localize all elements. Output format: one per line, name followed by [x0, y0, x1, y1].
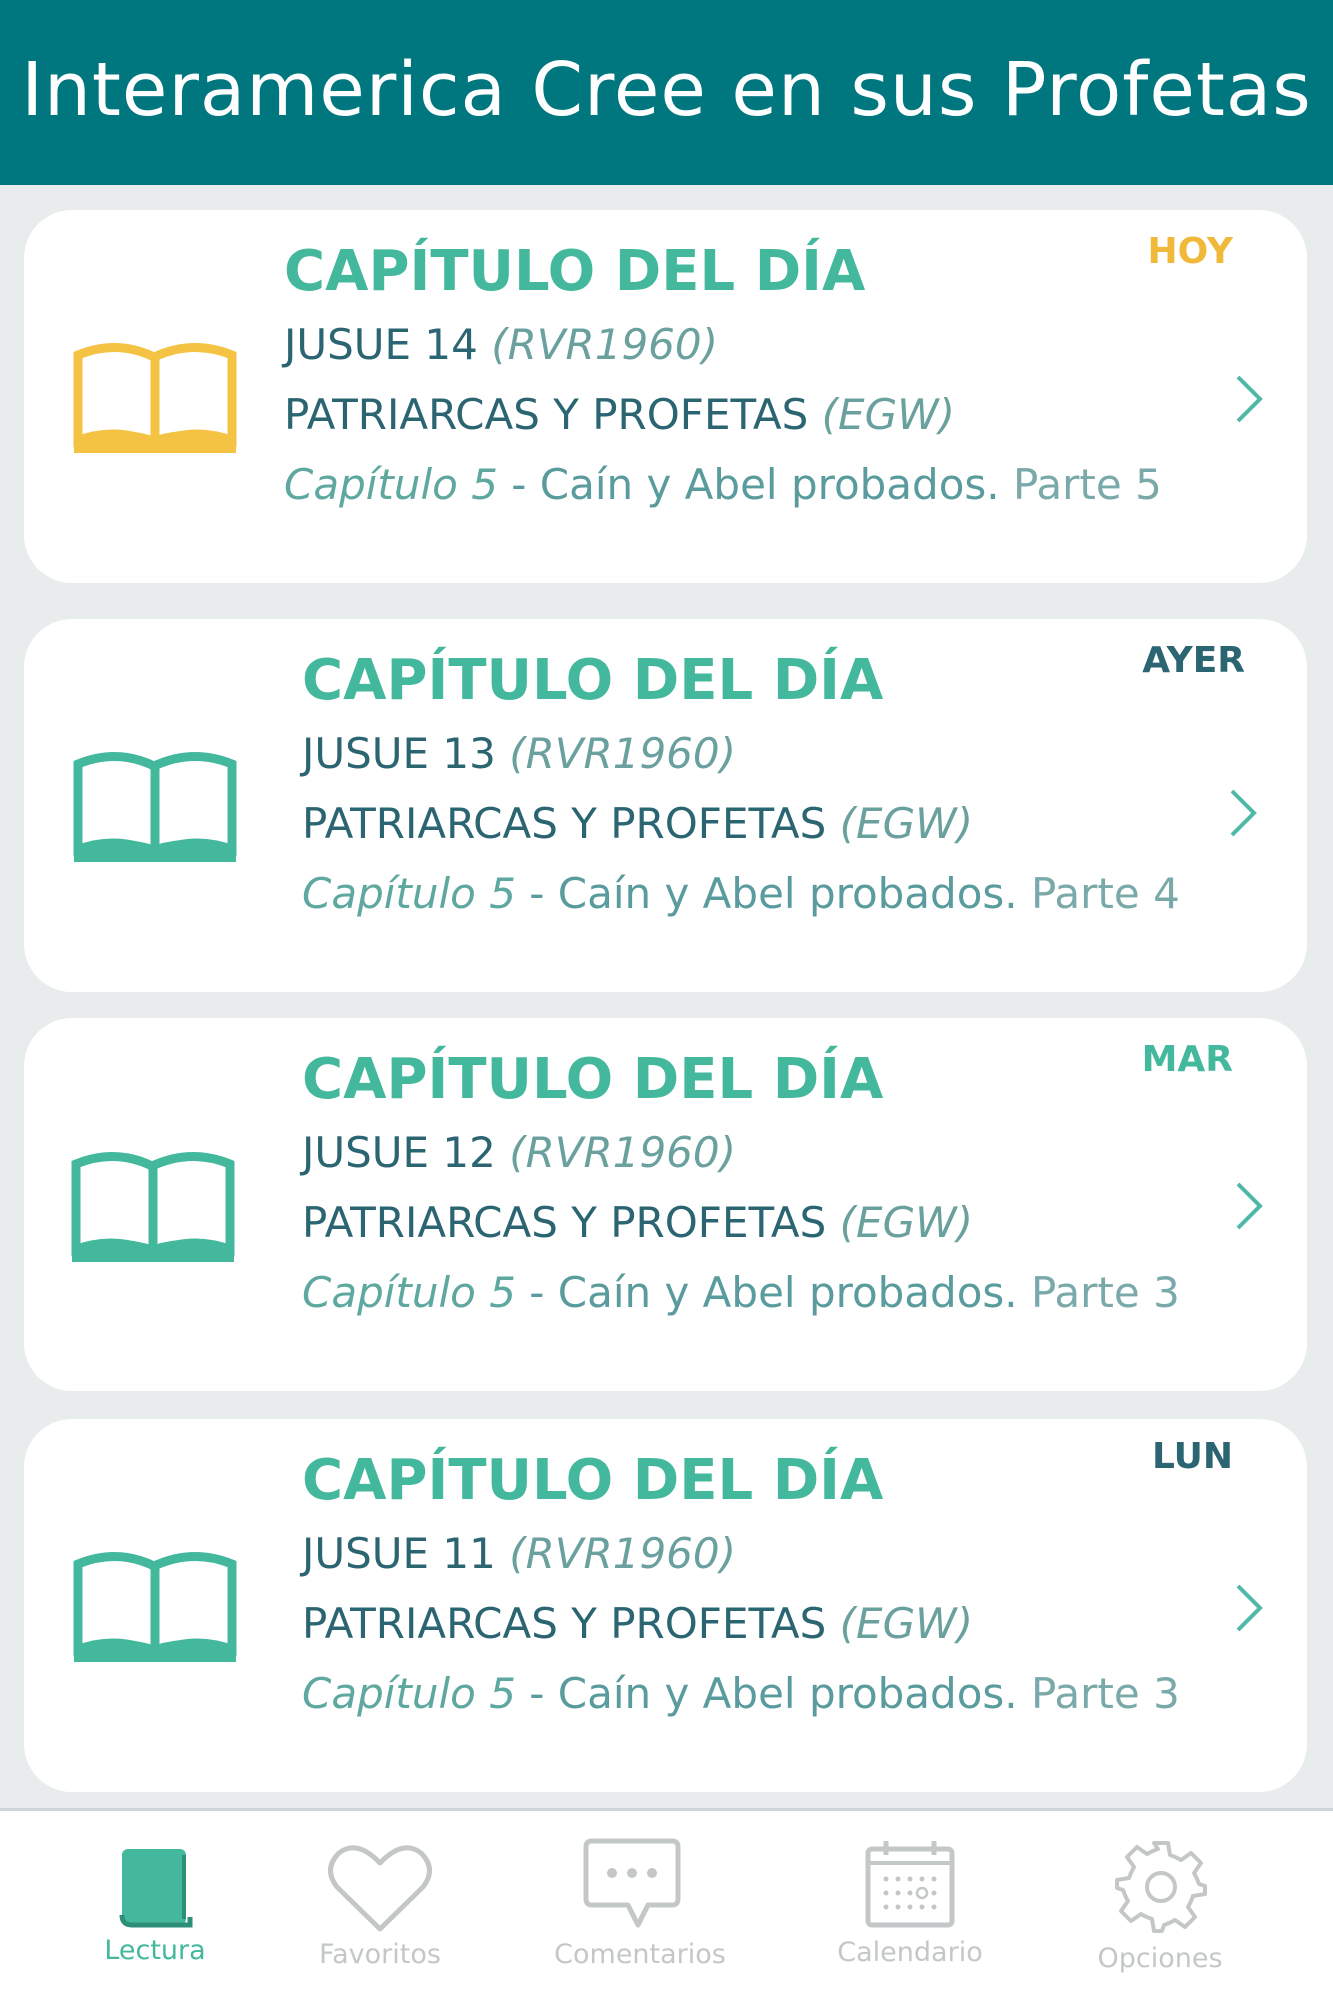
book-reading: PATRIARCAS Y PROFETAS (EGW) [302, 1202, 1180, 1244]
bible-version: (RVR1960) [509, 1529, 736, 1578]
chapter-line: Capítulo 5 - Caín y Abel probados. Parte… [302, 1272, 1180, 1314]
chapter-title: - Caín y Abel probados. [515, 869, 1018, 918]
reading-card-tuesday[interactable]: MAR CAPÍTULO DEL DÍA JUSUE 12 (RVR1960) … [24, 1018, 1307, 1391]
chevron-right-icon[interactable] [1234, 373, 1264, 425]
chevron-right-icon[interactable] [1228, 787, 1258, 839]
chapter-part: Parte 3 [1017, 1268, 1180, 1317]
bible-version: (RVR1960) [509, 1128, 736, 1177]
tab-comentarios[interactable]: Comentarios [540, 1811, 740, 2000]
bible-book: JUSUE 14 [284, 320, 478, 369]
reading-card-yesterday[interactable]: AYER CAPÍTULO DEL DÍA JUSUE 13 (RVR1960)… [24, 619, 1307, 992]
book-author: (EGW) [839, 1198, 974, 1247]
chevron-right-icon[interactable] [1234, 1180, 1264, 1232]
chapter-line: Capítulo 5 - Caín y Abel probados. Parte… [302, 873, 1180, 915]
open-book-icon [71, 1151, 235, 1262]
reading-card-monday[interactable]: LUN CAPÍTULO DEL DÍA JUSUE 11 (RVR1960) … [24, 1419, 1307, 1792]
app-header: Interamerica Cree en sus Profetas [0, 0, 1333, 185]
tab-favoritos[interactable]: Favoritos [285, 1811, 475, 2000]
bible-reading: JUSUE 13 (RVR1960) [302, 733, 1180, 775]
card-title: CAPÍTULO DEL DÍA [302, 648, 884, 713]
tab-label: Lectura [104, 1935, 206, 1966]
bible-version: (RVR1960) [491, 320, 718, 369]
chapter-number: Capítulo 5 [302, 869, 516, 918]
bible-book: JUSUE 11 [302, 1529, 496, 1578]
book-reading: PATRIARCAS Y PROFETAS (EGW) [302, 1603, 1180, 1645]
open-book-icon [73, 751, 237, 862]
bible-reading: JUSUE 14 (RVR1960) [284, 324, 1162, 366]
book-author: (EGW) [821, 390, 956, 439]
tab-calendario[interactable]: Calendario [810, 1811, 1010, 2000]
tab-lectura[interactable]: Lectura [60, 1811, 250, 2000]
chapter-line: Capítulo 5 - Caín y Abel probados. Parte… [302, 1673, 1180, 1715]
chapter-number: Capítulo 5 [302, 1268, 516, 1317]
bible-book: JUSUE 12 [302, 1128, 496, 1177]
open-book-icon [73, 1551, 237, 1662]
chapter-part: Parte 5 [999, 460, 1162, 509]
bible-version: (RVR1960) [509, 729, 736, 778]
book-reading: PATRIARCAS Y PROFETAS (EGW) [302, 803, 1180, 845]
card-title: CAPÍTULO DEL DÍA [284, 239, 866, 304]
chapter-title: - Caín y Abel probados. [515, 1268, 1018, 1317]
chapter-title: - Caín y Abel probados. [497, 460, 1000, 509]
card-title: CAPÍTULO DEL DÍA [302, 1448, 884, 1513]
app-title: Interamerica Cree en sus Profetas [21, 46, 1312, 133]
book-author: (EGW) [839, 1599, 974, 1648]
open-book-icon [73, 342, 237, 453]
chapter-part: Parte 4 [1017, 869, 1180, 918]
book-title: PATRIARCAS Y PROFETAS [284, 390, 809, 439]
heart-icon [328, 1845, 432, 1932]
tab-label: Favoritos [319, 1939, 441, 1970]
tab-opciones[interactable]: Opciones [1065, 1811, 1255, 2000]
calendar-icon [865, 1841, 955, 1928]
reading-card-today[interactable]: HOY CAPÍTULO DEL DÍA JUSUE 14 (RVR1960) … [24, 210, 1307, 583]
book-reading: PATRIARCAS Y PROFETAS (EGW) [284, 394, 1162, 436]
chevron-right-icon[interactable] [1234, 1582, 1264, 1634]
book-title: PATRIARCAS Y PROFETAS [302, 1599, 827, 1648]
gear-icon [1115, 1841, 1207, 1933]
chat-bubble-icon [583, 1838, 681, 1928]
chapter-part: Parte 3 [1017, 1669, 1180, 1718]
chapter-number: Capítulo 5 [302, 1669, 516, 1718]
tab-label: Calendario [837, 1937, 983, 1968]
book-icon [119, 1849, 193, 1928]
bible-reading: JUSUE 11 (RVR1960) [302, 1533, 1180, 1575]
book-title: PATRIARCAS Y PROFETAS [302, 799, 827, 848]
chapter-title: - Caín y Abel probados. [515, 1669, 1018, 1718]
chapter-line: Capítulo 5 - Caín y Abel probados. Parte… [284, 464, 1162, 506]
book-title: PATRIARCAS Y PROFETAS [302, 1198, 827, 1247]
tab-label: Comentarios [554, 1939, 726, 1970]
book-author: (EGW) [839, 799, 974, 848]
bottom-tab-bar: Lectura Favoritos Comentarios Calendario… [0, 1808, 1333, 2000]
bible-book: JUSUE 13 [302, 729, 496, 778]
chapter-number: Capítulo 5 [284, 460, 498, 509]
bible-reading: JUSUE 12 (RVR1960) [302, 1132, 1180, 1174]
tab-label: Opciones [1097, 1943, 1223, 1974]
card-title: CAPÍTULO DEL DÍA [302, 1047, 884, 1112]
